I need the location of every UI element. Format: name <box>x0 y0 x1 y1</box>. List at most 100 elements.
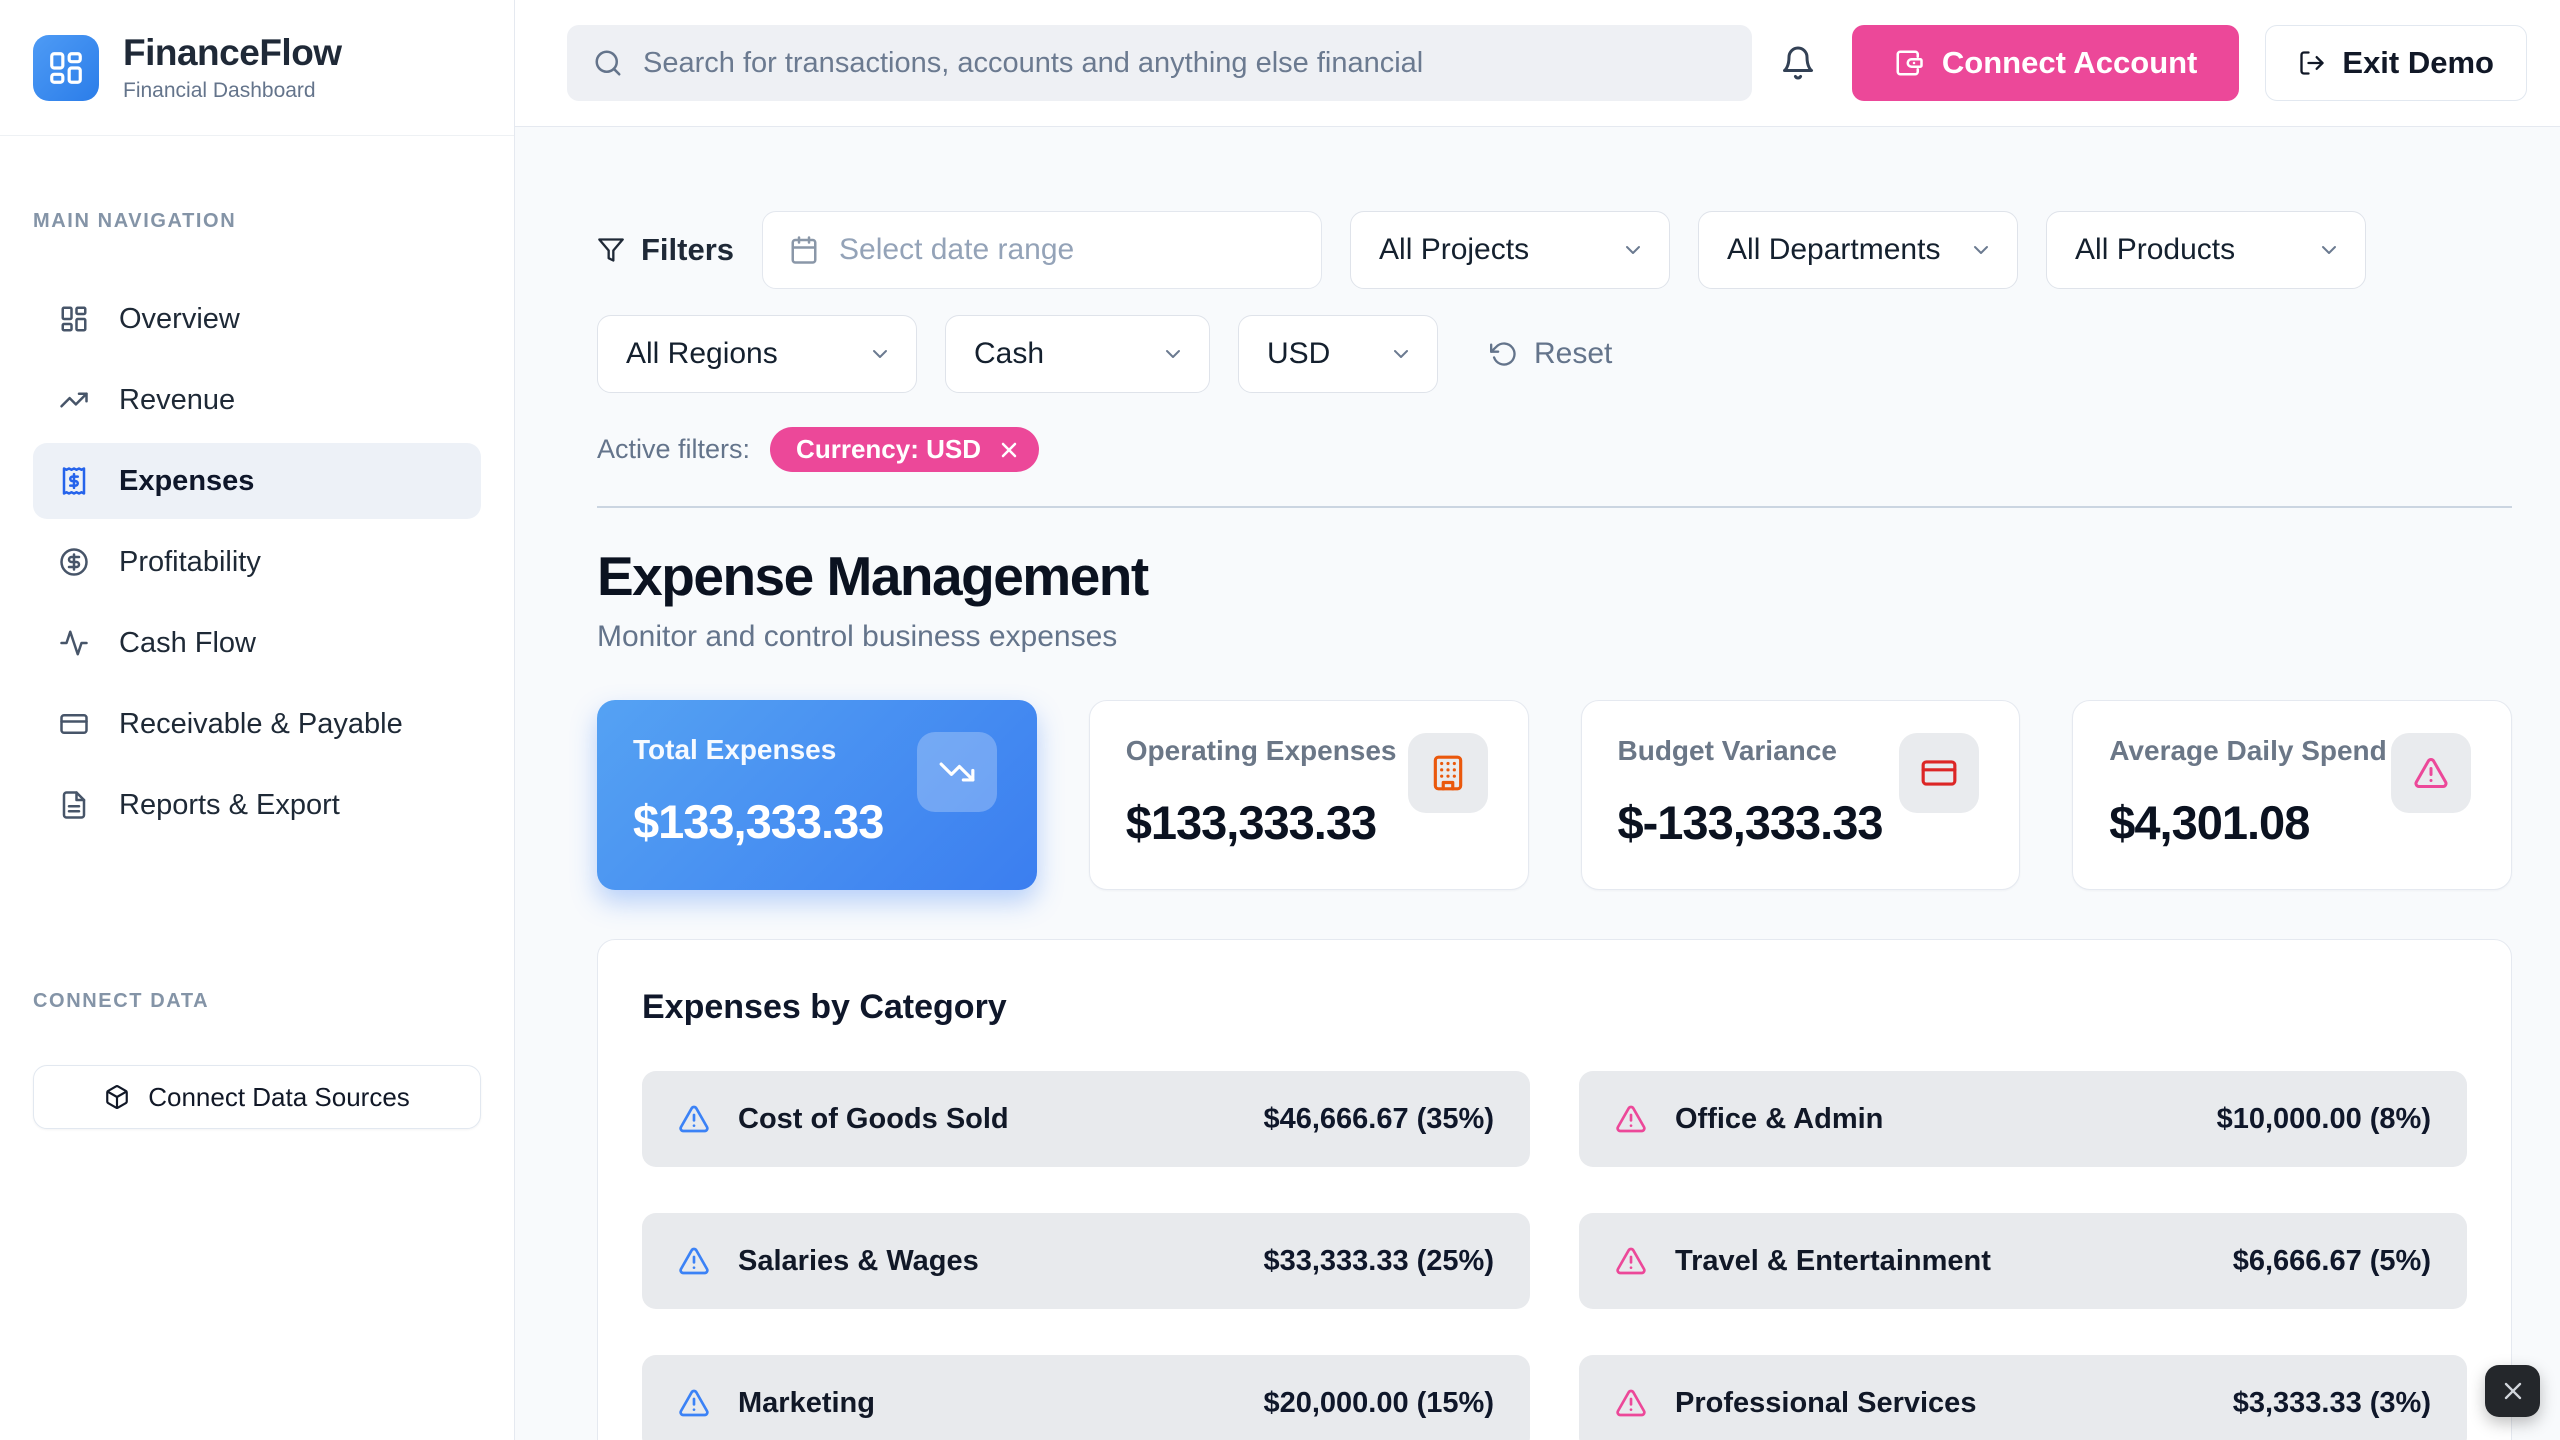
chevron-down-icon <box>868 342 892 366</box>
main-content: Filters Select date range All Projects A… <box>515 127 2560 1440</box>
connect-data-sources-button[interactable]: Connect Data Sources <box>33 1065 481 1129</box>
filters-label: Filters <box>597 232 734 268</box>
projects-select[interactable]: All Projects <box>1350 211 1670 289</box>
chevron-down-icon <box>1969 238 1993 262</box>
products-select[interactable]: All Products <box>2046 211 2366 289</box>
close-icon <box>2499 1377 2527 1405</box>
remove-filter-icon[interactable] <box>997 438 1021 462</box>
departments-select-value: All Departments <box>1727 233 1940 267</box>
search-bar[interactable] <box>567 25 1752 101</box>
receipt-icon <box>59 466 89 496</box>
sidebar-item-overview[interactable]: Overview <box>33 281 481 357</box>
file-text-icon <box>59 790 89 820</box>
credit-card-icon <box>1899 733 1979 813</box>
app-subtitle: Financial Dashboard <box>123 79 342 103</box>
alert-triangle-icon <box>1615 1387 1647 1419</box>
payment-method-select-value: Cash <box>974 337 1044 371</box>
stat-card-average-daily-spend: Average Daily Spend $4,301.08 <box>2072 700 2512 890</box>
connect-data-sources-label: Connect Data Sources <box>148 1082 410 1113</box>
category-list: Cost of Goods Sold $46,666.67 (35%) Offi… <box>642 1071 2467 1440</box>
nav-section-title: MAIN NAVIGATION <box>33 210 481 233</box>
alert-triangle-icon <box>678 1245 710 1277</box>
products-select-value: All Products <box>2075 233 2235 267</box>
connect-account-button[interactable]: Connect Account <box>1852 25 2239 101</box>
date-range-input[interactable]: Select date range <box>762 211 1322 289</box>
sidebar-item-cash-flow[interactable]: Cash Flow <box>33 605 481 681</box>
stat-card-budget-variance: Budget Variance $-133,333.33 <box>1581 700 2021 890</box>
bell-icon <box>1780 45 1816 81</box>
category-value: $46,666.67 (35%) <box>1263 1103 1494 1136</box>
departments-select[interactable]: All Departments <box>1698 211 2018 289</box>
notifications-button[interactable] <box>1780 45 1816 81</box>
category-row-professional-services: Professional Services $3,333.33 (3%) <box>1579 1355 2467 1440</box>
filters-row-1: Filters Select date range All Projects A… <box>597 211 2512 289</box>
page-title: Expense Management <box>597 544 2512 608</box>
reset-filters-button[interactable]: Reset <box>1490 337 1612 371</box>
category-name: Marketing <box>738 1387 1235 1420</box>
alert-triangle-icon <box>1615 1245 1647 1277</box>
alert-triangle-icon <box>1615 1103 1647 1135</box>
stat-card-total-expenses: Total Expenses $133,333.33 <box>597 700 1037 890</box>
stat-cards: Total Expenses $133,333.33 Operating Exp… <box>597 700 2512 890</box>
app-logo-icon <box>33 35 99 101</box>
sidebar-item-profitability[interactable]: Profitability <box>33 524 481 600</box>
chevron-down-icon <box>1389 342 1413 366</box>
sidebar-item-expenses[interactable]: Expenses <box>33 443 481 519</box>
activity-icon <box>59 628 89 658</box>
calendar-icon <box>789 235 819 265</box>
sidebar-item-receivable-payable[interactable]: Receivable & Payable <box>33 686 481 762</box>
building-icon <box>1408 733 1488 813</box>
category-row-salaries-wages: Salaries & Wages $33,333.33 (25%) <box>642 1213 1530 1309</box>
log-out-icon <box>2298 49 2326 77</box>
payment-method-select[interactable]: Cash <box>945 315 1210 393</box>
stat-card-operating-expenses: Operating Expenses $133,333.33 <box>1089 700 1529 890</box>
sidebar-item-label: Reports & Export <box>119 789 340 822</box>
category-value: $3,333.33 (3%) <box>2233 1387 2431 1420</box>
sidebar-item-label: Revenue <box>119 384 235 417</box>
credit-card-icon <box>59 709 89 739</box>
layout-dashboard-icon <box>59 304 89 334</box>
search-icon <box>593 48 623 78</box>
sidebar-item-label: Cash Flow <box>119 627 256 660</box>
projects-select-value: All Projects <box>1379 233 1529 267</box>
funnel-icon <box>597 236 625 264</box>
top-bar: Connect Account Exit Demo <box>515 0 2560 127</box>
expenses-by-category-title: Expenses by Category <box>642 988 2467 1027</box>
sidebar-item-label: Profitability <box>119 546 261 579</box>
search-input[interactable] <box>643 47 1726 80</box>
sidebar: FinanceFlow Financial Dashboard MAIN NAV… <box>0 0 515 1440</box>
category-value: $20,000.00 (15%) <box>1263 1387 1494 1420</box>
category-name: Travel & Entertainment <box>1675 1245 2205 1278</box>
sidebar-item-label: Receivable & Payable <box>119 708 403 741</box>
currency-select-value: USD <box>1267 337 1330 371</box>
category-name: Professional Services <box>1675 1387 2205 1420</box>
alert-triangle-icon <box>678 1103 710 1135</box>
regions-select[interactable]: All Regions <box>597 315 917 393</box>
category-name: Cost of Goods Sold <box>738 1103 1235 1136</box>
category-value: $10,000.00 (8%) <box>2217 1103 2431 1136</box>
close-overlay-button[interactable] <box>2485 1365 2540 1417</box>
category-row-cost-of-goods-sold: Cost of Goods Sold $46,666.67 (35%) <box>642 1071 1530 1167</box>
page-subtitle: Monitor and control business expenses <box>597 620 2512 654</box>
category-value: $33,333.33 (25%) <box>1263 1245 1494 1278</box>
circle-dollar-icon <box>59 547 89 577</box>
regions-select-value: All Regions <box>626 337 778 371</box>
category-name: Office & Admin <box>1675 1103 2189 1136</box>
section-divider <box>597 506 2512 508</box>
filters-label-text: Filters <box>641 232 734 268</box>
package-icon <box>104 1084 130 1110</box>
alert-triangle-icon <box>2391 733 2471 813</box>
chevron-down-icon <box>1161 342 1185 366</box>
active-filters-row: Active filters: Currency: USD <box>597 427 2512 472</box>
connect-data-section-title: CONNECT DATA <box>33 990 481 1013</box>
currency-select[interactable]: USD <box>1238 315 1438 393</box>
filter-chip-currency: Currency: USD <box>770 427 1039 472</box>
exit-demo-button[interactable]: Exit Demo <box>2265 25 2527 101</box>
chevron-down-icon <box>1621 238 1645 262</box>
date-range-placeholder: Select date range <box>839 233 1074 267</box>
category-row-office-admin: Office & Admin $10,000.00 (8%) <box>1579 1071 2467 1167</box>
sidebar-item-reports-export[interactable]: Reports & Export <box>33 767 481 843</box>
sidebar-item-revenue[interactable]: Revenue <box>33 362 481 438</box>
filters-row-2: All Regions Cash USD Reset <box>597 315 2512 393</box>
connect-account-label: Connect Account <box>1942 45 2197 81</box>
